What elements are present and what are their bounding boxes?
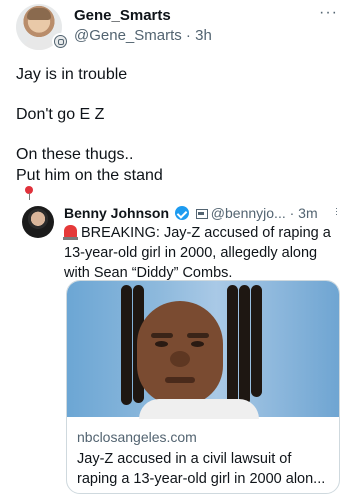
hair-lock [121, 285, 132, 405]
more-options-icon[interactable]: ··· [319, 4, 338, 22]
tweet-line: Put him on the stand [16, 167, 163, 184]
verified-badge-icon [174, 206, 189, 220]
tweet-paragraph: On these thugs.. Put him on the stand [16, 144, 336, 200]
tweet-text: Jay is in trouble Don't go E Z On these … [16, 64, 336, 200]
nose [170, 351, 190, 367]
siren-icon [63, 225, 78, 240]
link-domain[interactable]: nbclosangeles.com [77, 429, 331, 445]
affiliation-badge-icon [52, 33, 69, 50]
eye [155, 341, 168, 347]
author-name[interactable]: Gene_Smarts [74, 7, 171, 24]
quoted-header: Benny Johnson @bennyjo... · 3m [64, 205, 336, 221]
link-preview-card[interactable]: nbclosangeles.com Jay-Z accused in a civ… [66, 280, 340, 494]
link-title[interactable]: Jay-Z accused in a civil lawsuit of rapi… [77, 449, 335, 489]
tweet-line: On these thugs.. [16, 146, 134, 163]
avatar-shirt [23, 37, 55, 50]
shirt-collar [139, 399, 259, 419]
author-handle[interactable]: @Gene_Smarts · 3h [74, 27, 212, 44]
quoted-more-icon[interactable]: · · · [335, 204, 338, 219]
quoted-text-block: BREAKING: Jay-Z accused of raping a 13-y… [63, 223, 338, 283]
tweet-line: Jay is in trouble [16, 66, 128, 83]
quoted-author-avatar[interactable] [22, 206, 54, 238]
eye [191, 341, 204, 347]
quoted-text: BREAKING: Jay-Z accused of raping a 13-y… [64, 225, 331, 281]
avatar-hair [27, 8, 51, 20]
news-flag-icon [195, 209, 208, 219]
hair-lock [239, 285, 250, 405]
hair-lock [251, 285, 262, 397]
eyebrow [151, 333, 173, 338]
eyebrow [187, 333, 209, 338]
quoted-author-name[interactable]: Benny Johnson [64, 205, 169, 221]
tweet-line-with-emoji: Put him on the stand [16, 165, 336, 200]
quoted-author-handle[interactable]: @bennyjo... · 3m [211, 205, 318, 221]
mouth [165, 377, 195, 383]
round-pushpin-icon [24, 186, 34, 200]
link-preview-image[interactable] [67, 281, 339, 419]
tweet-line: Don't go E Z [16, 106, 105, 123]
hair-lock [227, 285, 238, 409]
